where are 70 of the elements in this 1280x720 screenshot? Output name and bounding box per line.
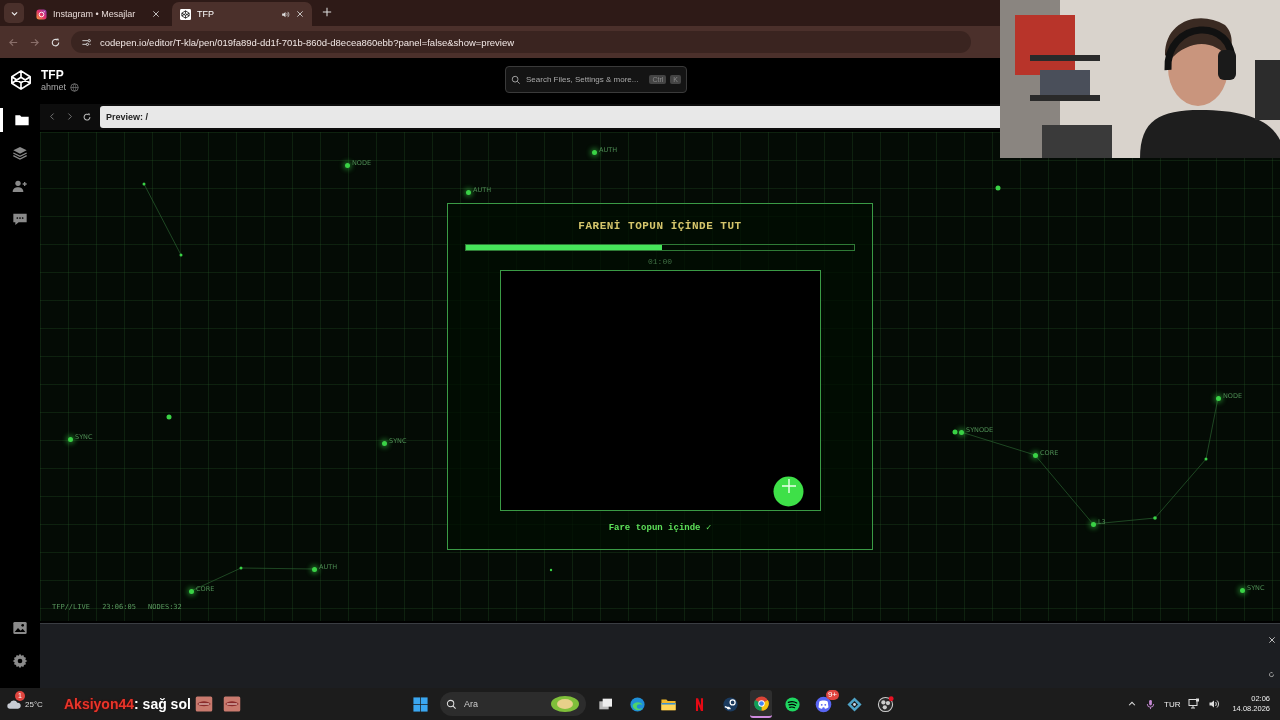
sound-waves-icon[interactable] xyxy=(783,695,801,713)
chevron-up-icon[interactable] xyxy=(1127,699,1137,709)
close-icon xyxy=(1268,636,1276,645)
game-area[interactable] xyxy=(499,270,821,512)
notification-badge: 9+ xyxy=(825,690,839,700)
microphone-icon[interactable] xyxy=(1145,698,1156,710)
search-icon xyxy=(511,74,521,85)
back-icon[interactable] xyxy=(48,112,57,122)
controller-icon[interactable] xyxy=(814,695,832,713)
game-title: FARENİ TOPUN İÇİNDE TUT xyxy=(578,220,742,235)
node-dot-icon xyxy=(1216,395,1221,401)
node-dot-icon xyxy=(1240,587,1245,593)
network-icon[interactable] xyxy=(1188,698,1201,710)
game-status: Fare topun içinde ✓ xyxy=(608,522,712,534)
node-dot-icon xyxy=(345,162,350,168)
author-name[interactable]: ahmet xyxy=(41,82,66,92)
browser-icon[interactable] xyxy=(628,695,646,713)
ball-drawing[interactable] xyxy=(772,476,804,508)
node-dot-icon xyxy=(382,440,387,446)
tab-list-button[interactable] xyxy=(4,3,24,23)
node-dot-icon xyxy=(959,429,964,435)
cube-icon xyxy=(180,8,191,20)
image-icon[interactable] xyxy=(12,620,28,636)
cube-logo-icon[interactable] xyxy=(10,69,32,91)
search-highlight-icon xyxy=(550,695,580,713)
back-icon[interactable] xyxy=(8,36,19,48)
chat-message: : sağ sol xyxy=(134,696,191,712)
aperture-icon[interactable] xyxy=(876,695,894,713)
start-icon xyxy=(411,695,429,713)
globe-icon xyxy=(70,82,79,92)
temperature-text: 25°C xyxy=(25,699,43,709)
close-icon[interactable] xyxy=(152,10,160,18)
reload-icon[interactable] xyxy=(50,36,61,48)
chat-icon xyxy=(12,211,28,227)
browser-tab[interactable]: TFP xyxy=(172,2,312,26)
folder-icon xyxy=(13,112,30,128)
node-dot-icon xyxy=(312,566,317,572)
node-dot-icon xyxy=(1091,521,1096,527)
node-dot-icon xyxy=(68,436,73,442)
task-view-icon[interactable] xyxy=(598,696,614,712)
gear-circle-icon[interactable] xyxy=(721,695,739,713)
site-settings-icon[interactable] xyxy=(81,36,92,48)
language-indicator[interactable]: TUR xyxy=(1164,699,1181,709)
circle-logo-icon[interactable] xyxy=(752,694,770,712)
settings-icon[interactable] xyxy=(12,653,28,669)
add-user-icon xyxy=(12,178,28,194)
url-text: codepen.io/editor/T-kla/pen/019fa89d-dd1f-701b-860d-d8ecea860ebb?panel=false&show=preview xyxy=(100,36,515,48)
diamond-icon[interactable] xyxy=(845,695,863,713)
emote-icon xyxy=(222,695,241,713)
emote-icon xyxy=(194,695,213,713)
refresh-icon[interactable] xyxy=(1268,671,1275,679)
reload-icon[interactable] xyxy=(82,111,92,122)
search-icon xyxy=(446,698,457,710)
camera-icon xyxy=(36,8,47,20)
plus-icon[interactable] xyxy=(322,7,332,17)
node-dot-icon xyxy=(466,189,471,195)
node-dot-icon xyxy=(592,149,597,155)
timer-text: 01:00 xyxy=(648,257,672,267)
layers-icon xyxy=(12,145,28,161)
speaker-icon[interactable] xyxy=(281,9,290,19)
node-dot-icon xyxy=(189,588,194,594)
address-bar[interactable]: codepen.io/editor/T-kla/pen/019fa89d-dd1f-701b-860d-d8ecea860ebb?panel=false&show=preview xyxy=(71,31,971,53)
pen-title: TFP xyxy=(41,68,65,82)
forward-icon[interactable] xyxy=(65,112,74,122)
browser-tab[interactable]: Instagram • Mesajlar xyxy=(28,2,168,26)
forward-icon[interactable] xyxy=(29,36,40,48)
volume-icon[interactable] xyxy=(1208,698,1221,710)
close-icon[interactable] xyxy=(296,10,304,18)
node-dot-icon xyxy=(1033,452,1038,458)
chat-username: Aksiyon44 xyxy=(64,696,135,712)
